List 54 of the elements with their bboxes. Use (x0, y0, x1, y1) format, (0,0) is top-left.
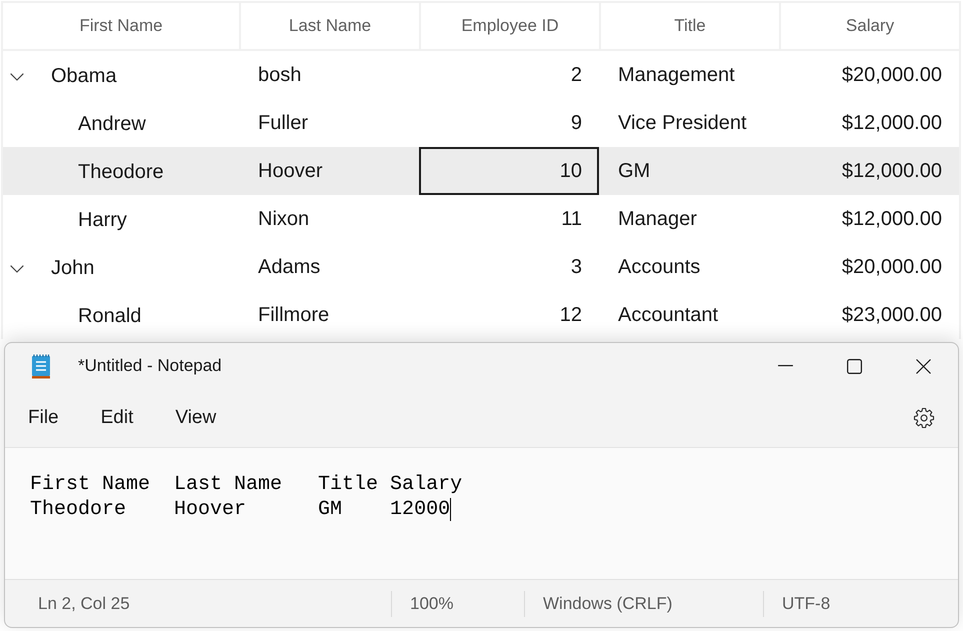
status-bar-item: Windows (CRLF) (524, 590, 763, 616)
table-cell-text: $23,000.00 (840, 302, 943, 328)
chevron-icon[interactable] (10, 264, 24, 272)
text-editor[interactable]: First Name Last Name Title Salary Theodore Hoover GM 12000 (5, 448, 958, 579)
text-line: First Name Last Name Title Salary (30, 472, 462, 497)
table-cell-text: $12,000.00 (840, 110, 943, 136)
table-cell-text: 3 (570, 254, 583, 280)
table-cell-text: 9 (570, 110, 583, 136)
status-bar-item: Ln 2, Col 25 (37, 592, 131, 614)
close-icon (916, 358, 931, 374)
menu-item[interactable]: File (7, 398, 80, 438)
table-cell-text: Accounts (617, 254, 702, 280)
table-cell: Harry (78, 209, 127, 232)
status-bar-item: 100% (391, 590, 524, 616)
table-cell-text: $20,000.00 (840, 254, 943, 280)
column-header[interactable]: Last Name (239, 3, 419, 49)
table-row[interactable]: Theodore Hoover 10 GM $12,000.00 (3, 147, 959, 195)
table-cell-text: bosh (257, 62, 302, 88)
table-cell-text: 2 (570, 62, 583, 88)
table-cell-text: Accountant (617, 302, 720, 328)
table-cell-text: $12,000.00 (840, 158, 943, 184)
text-line: Theodore Hoover GM 12000 (30, 497, 450, 522)
status-bar-item: UTF-8 (763, 590, 958, 616)
maximize-icon (847, 358, 862, 374)
column-header[interactable]: Salary (779, 3, 959, 49)
column-header[interactable]: Employee ID (419, 3, 599, 49)
table-cell-text: Management (617, 62, 736, 88)
settings-icon (913, 407, 935, 429)
table-cell-text: GM (617, 158, 652, 184)
table-cell: Theodore (78, 161, 164, 184)
column-header[interactable]: First Name (3, 3, 239, 49)
menu-item[interactable]: View (154, 398, 238, 438)
table-cell: Andrew (78, 113, 146, 136)
table-cell-text: $12,000.00 (840, 206, 943, 232)
table-cell-text: Fuller (257, 110, 310, 136)
minimize-icon (778, 365, 793, 367)
table-cell-text: Adams (257, 254, 322, 280)
column-header[interactable]: Title (599, 3, 779, 49)
table-cell-text: Fillmore (257, 302, 330, 328)
table-cell-text: Hoover (257, 158, 324, 184)
notepad-icon (31, 353, 51, 379)
table-cell-text: $20,000.00 (840, 62, 943, 88)
table-cell-text: 12 (558, 302, 583, 328)
table-cell: Ronald (78, 305, 142, 328)
chevron-icon[interactable] (10, 72, 24, 80)
table-cell: 10 (419, 147, 599, 195)
table-cell: John (51, 257, 94, 280)
window-title: *Untitled - Notepad (78, 356, 222, 376)
table-cell-text: Manager (617, 206, 698, 232)
table-cell-text: 11 (560, 206, 583, 232)
table-cell-text: Nixon (257, 206, 310, 232)
table-cell-text: Vice President (617, 110, 748, 136)
table-cell: Obama (51, 65, 117, 88)
menu-item[interactable]: Edit (80, 398, 154, 438)
